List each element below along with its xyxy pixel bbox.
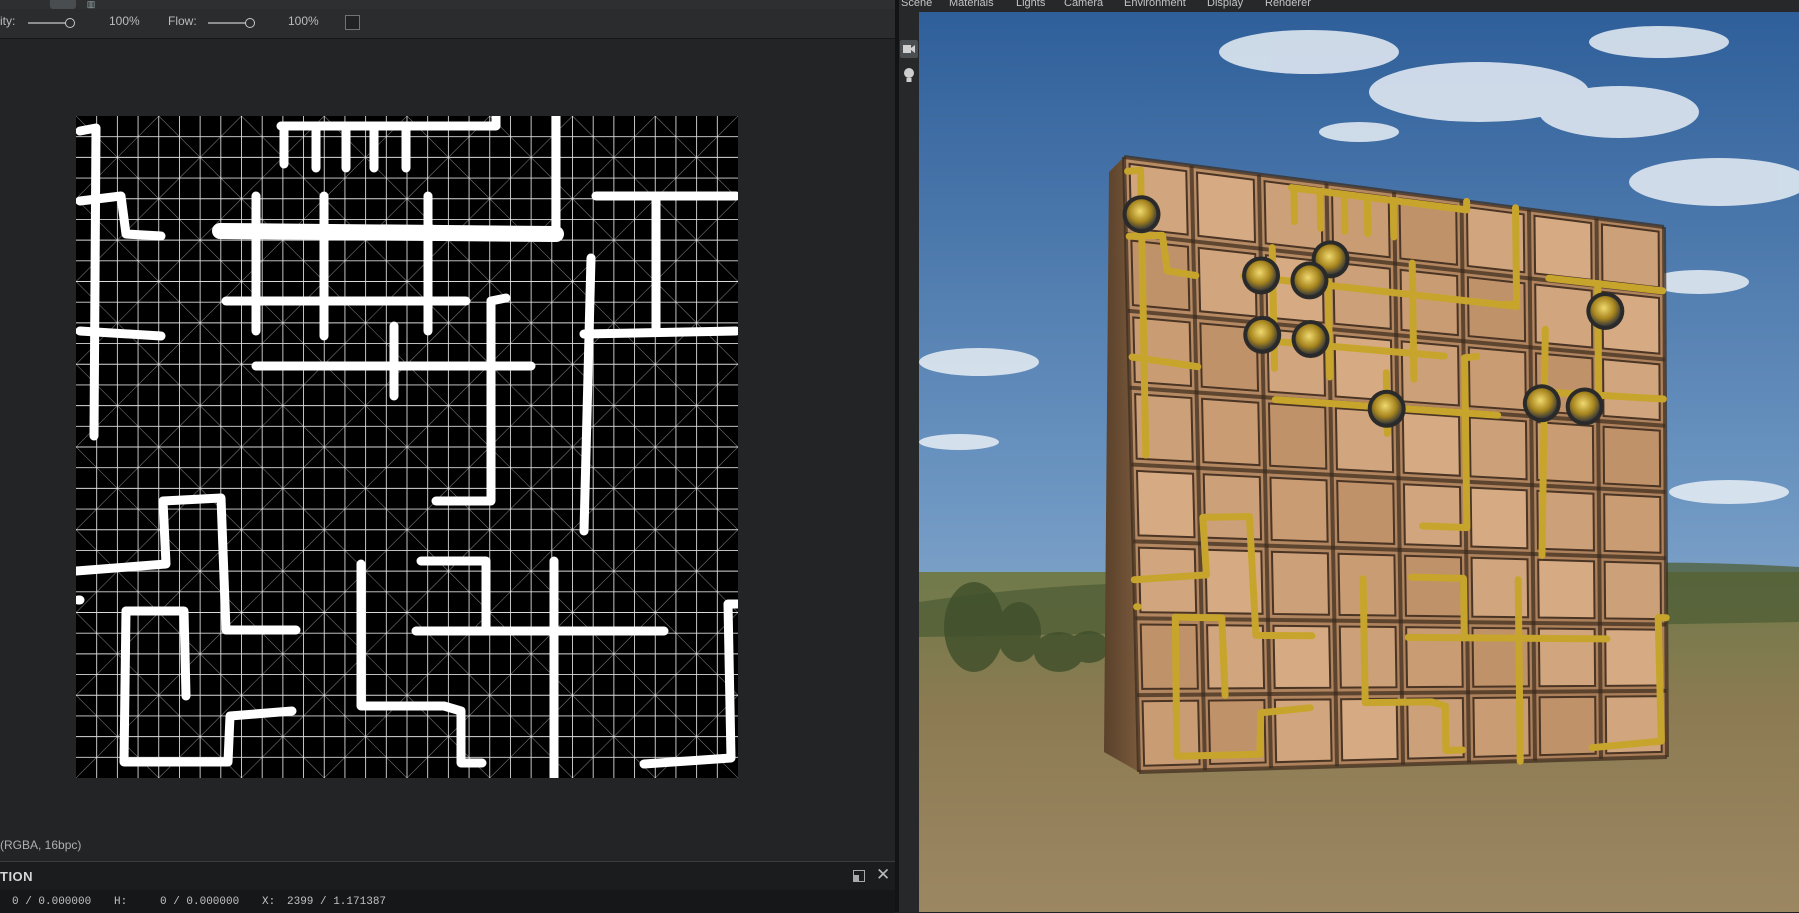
cube-tile xyxy=(1469,486,1529,550)
menu-lights[interactable]: Lights xyxy=(1016,0,1045,9)
texture-editor-panel: ▥ ity: 100% Flow: 100% (RGBA, 16bpc) TIO… xyxy=(0,0,895,913)
cube-tile xyxy=(1196,171,1257,244)
cube-tile xyxy=(1468,416,1528,481)
flow-label: Flow: xyxy=(168,14,197,28)
restore-window-icon[interactable] xyxy=(853,870,865,882)
cube-tile xyxy=(1604,628,1663,687)
brass-fitting xyxy=(1126,199,1157,230)
cube-tile xyxy=(1401,411,1461,477)
opacity-slider[interactable] xyxy=(28,18,75,28)
brass-pipe xyxy=(1538,325,1549,559)
brass-pipe xyxy=(1340,192,1349,235)
menu-camera[interactable]: Camera xyxy=(1064,0,1103,9)
brush-stroke xyxy=(486,293,511,306)
h-readout-label: H: xyxy=(114,896,128,908)
flow-value[interactable]: 100% xyxy=(288,14,319,28)
info-panel-title: TION xyxy=(0,869,34,884)
cube-tile xyxy=(1603,560,1662,621)
brass-fitting xyxy=(1246,260,1277,291)
cube-tile xyxy=(1533,214,1593,281)
texture-format-label: (RGBA, 16bpc) xyxy=(0,838,82,852)
cube-tile xyxy=(1139,623,1199,690)
brass-fitting xyxy=(1569,391,1600,422)
brass-pipe xyxy=(1408,259,1418,383)
brush-toolbar: ▥ ity: 100% Flow: 100% xyxy=(0,0,895,39)
w-readout-value: 0 / 0.000000 xyxy=(12,896,92,908)
opacity-value[interactable]: 100% xyxy=(109,14,140,28)
cube-tile xyxy=(1602,358,1661,422)
opacity-label: ity: xyxy=(0,14,16,28)
cube-tile xyxy=(1270,550,1330,616)
cube-tile xyxy=(1336,479,1396,545)
menu-renderer[interactable]: Renderer xyxy=(1265,0,1311,9)
camera-icon[interactable] xyxy=(900,40,918,58)
flow-slider-knob[interactable] xyxy=(245,18,255,28)
brass-pipe xyxy=(1290,186,1298,226)
tool-strip: ▥ xyxy=(0,0,895,9)
coordinate-readout: 0 / 0.000000 H: 0 / 0.000000 X: 2399 / 1… xyxy=(0,890,895,913)
texture-mask-canvas[interactable] xyxy=(76,116,738,778)
brass-pipe xyxy=(1363,195,1372,238)
cube-tile xyxy=(1201,397,1261,467)
brush-tool-button[interactable] xyxy=(50,0,76,9)
brass-fitting xyxy=(1371,393,1402,424)
cube-tile xyxy=(1267,402,1328,470)
brush-stroke xyxy=(579,326,738,339)
menu-scene[interactable]: Scene xyxy=(901,0,932,9)
viewport-render[interactable] xyxy=(919,12,1799,912)
opacity-slider-knob[interactable] xyxy=(65,18,75,28)
brass-pipe xyxy=(1389,198,1398,241)
brass-pipe xyxy=(1404,633,1611,643)
brass-pipe xyxy=(1316,189,1325,232)
info-panel: TION ✕ 0 / 0.000000 H: 0 / 0.000000 X: 2… xyxy=(0,861,895,913)
ruler-icon[interactable]: ▥ xyxy=(82,0,100,9)
cube-tile xyxy=(1340,697,1399,762)
brush-stroke xyxy=(212,223,564,242)
viewport-3d-panel: Scene Materials Lights Camera Environmen… xyxy=(899,0,1799,912)
cube-tile xyxy=(1537,558,1596,620)
viewport-menu-bar: Scene Materials Lights Camera Environmen… xyxy=(899,0,1799,12)
cube-tile xyxy=(1402,483,1462,548)
toolbar-checkbox[interactable] xyxy=(345,15,360,30)
textured-cube xyxy=(1104,155,1670,774)
cube-tile xyxy=(1269,476,1329,543)
brass-fitting xyxy=(1294,265,1325,296)
x-readout-value: 2399 / 1.171387 xyxy=(287,896,387,908)
x-readout-label: X: xyxy=(262,896,276,908)
cube-tile xyxy=(1600,223,1660,289)
cube-tile xyxy=(1404,554,1463,618)
brass-pipe xyxy=(1461,352,1481,362)
h-readout-value: 0 / 0.000000 xyxy=(160,896,240,908)
flow-slider[interactable] xyxy=(208,18,255,28)
viewport-side-toolbar xyxy=(899,12,919,912)
brass-fitting xyxy=(1526,388,1557,419)
menu-display[interactable]: Display xyxy=(1207,0,1243,9)
menu-materials[interactable]: Materials xyxy=(949,0,994,9)
close-icon[interactable]: ✕ xyxy=(876,865,890,885)
menu-environment[interactable]: Environment xyxy=(1124,0,1186,9)
cube-tile xyxy=(1135,469,1196,539)
brush-stroke xyxy=(76,326,166,341)
cube-tile xyxy=(1603,493,1662,554)
light-bulb-icon[interactable] xyxy=(901,66,917,86)
brass-fitting xyxy=(1295,324,1326,355)
cube-tile xyxy=(1538,695,1597,757)
brass-pipe xyxy=(1514,576,1524,765)
brass-fitting xyxy=(1590,295,1621,326)
brass-fitting xyxy=(1247,319,1278,350)
cube-tile xyxy=(1602,425,1662,488)
